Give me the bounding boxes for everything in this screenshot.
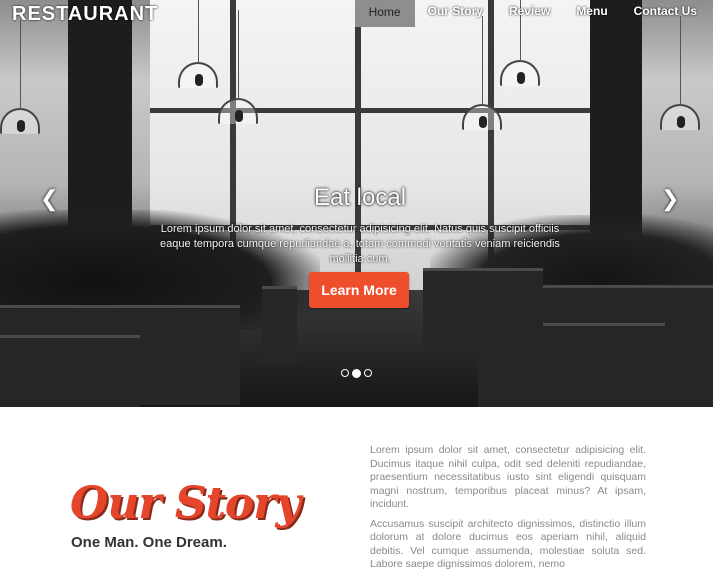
story-subtitle: One Man. One Dream. [71, 534, 227, 551]
story-paragraph: Lorem ipsum dolor sit amet, consectetur … [370, 444, 646, 510]
carousel-prev-button[interactable]: ❮ [40, 186, 58, 212]
table [0, 335, 140, 407]
carousel-caption: Eat local Lorem ipsum dolor sit amet, co… [140, 184, 580, 267]
learn-more-button[interactable]: Learn More [309, 272, 409, 308]
table [262, 286, 297, 366]
carousel-indicator[interactable] [341, 369, 349, 377]
window-transom [150, 108, 590, 113]
pendant-lamp-icon [0, 20, 40, 134]
carousel-next-button[interactable]: ❯ [661, 186, 679, 212]
hero-carousel: RESTAURANT Home Our Story Review Menu Co… [0, 0, 713, 407]
hero-text: Lorem ipsum dolor sit amet, consectetur … [160, 223, 560, 265]
story-paragraph: Accusamus suscipit architecto dignissimo… [370, 517, 646, 571]
carousel-indicators [341, 369, 372, 378]
carousel-indicator-active[interactable] [352, 369, 361, 378]
chevron-left-icon: ❮ [40, 186, 59, 211]
table [423, 268, 543, 348]
nav-item-home[interactable]: Home [354, 0, 415, 27]
story-text: Lorem ipsum dolor sit amet, consectetur … [370, 444, 646, 572]
pendant-lamp-icon [660, 16, 700, 130]
brand-logo[interactable]: RESTAURANT [12, 3, 158, 26]
nav-item-review[interactable]: Review [496, 0, 563, 27]
nav-item-menu[interactable]: Menu [563, 0, 620, 27]
nav-item-contact-us[interactable]: Contact Us [621, 0, 710, 27]
story-title: Our Story [70, 478, 301, 529]
hero-heading: Eat local [313, 184, 407, 211]
carousel-indicator[interactable] [364, 369, 372, 377]
chevron-right-icon: ❯ [661, 186, 680, 211]
nav-item-our-story[interactable]: Our Story [415, 0, 496, 27]
main-nav: Home Our Story Review Menu Contact Us [354, 0, 710, 27]
